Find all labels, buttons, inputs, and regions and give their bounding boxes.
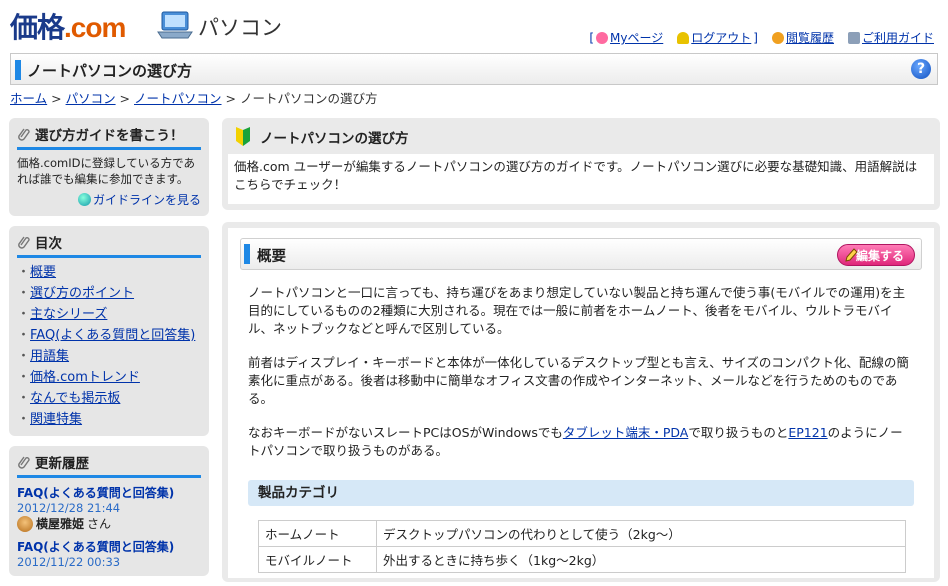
overview-title: 概要 bbox=[257, 249, 286, 265]
overview-header: 概要 編集する bbox=[240, 238, 922, 270]
intro-text: 価格.com ユーザーが編集するノートパソコンの選び方のガイドです。ノートパソコ… bbox=[228, 154, 934, 204]
toc-list: 概要 選び方のポイント 主なシリーズ FAQ(よくある質問と回答集) 用語集 価… bbox=[17, 262, 201, 430]
paperclip-icon bbox=[18, 128, 30, 141]
intro-panel: ノートパソコンの選び方 価格.com ユーザーが編集するノートパソコンの選び方の… bbox=[222, 118, 940, 210]
guide-icon bbox=[847, 31, 860, 44]
guideline-link[interactable]: ガイドラインを見る bbox=[17, 191, 201, 208]
pencil-icon bbox=[845, 248, 858, 262]
paperclip-icon bbox=[18, 236, 30, 249]
tablet-link[interactable]: タブレット端末・PDA bbox=[563, 425, 689, 440]
toc-item[interactable]: なんでも掲示板 bbox=[17, 388, 201, 409]
edit-button[interactable]: 編集する bbox=[837, 244, 915, 266]
toc-box: 目次 概要 選び方のポイント 主なシリーズ FAQ(よくある質問と回答集) 用語… bbox=[9, 226, 209, 436]
category-name: モバイルノート bbox=[258, 546, 377, 573]
section-label: パソコン bbox=[198, 16, 282, 40]
history-icon bbox=[771, 31, 784, 44]
beginner-mark-icon bbox=[236, 127, 250, 146]
toc-item[interactable]: 用語集 bbox=[17, 346, 201, 367]
main-content: ノートパソコンの選び方 価格.com ユーザーが編集するノートパソコンの選び方の… bbox=[222, 118, 940, 582]
category-header: 製品カテゴリ bbox=[248, 480, 914, 506]
avatar bbox=[17, 515, 33, 532]
my-page-icon bbox=[596, 31, 609, 44]
breadcrumb-notebook[interactable]: ノートパソコン bbox=[134, 91, 222, 106]
overview-paragraph: 前者はディスプレイ・キーボードと本体が一体化しているデスクトップ型とも言え、サイ… bbox=[248, 355, 909, 406]
toc-item[interactable]: FAQ(よくある質問と回答集) bbox=[17, 325, 201, 346]
history-user: 横屋雅姫 さん bbox=[17, 515, 201, 532]
toc-item[interactable]: 価格.comトレンド bbox=[17, 367, 201, 388]
history-entry-link[interactable]: FAQ(よくある質問と回答集) bbox=[17, 540, 174, 554]
kakaku-logo[interactable]: 価格.com bbox=[10, 6, 126, 46]
page-title-bar: ノートパソコンの選び方 ? bbox=[10, 53, 938, 85]
history-entry: FAQ(よくある質問と回答集) 2012/11/22 00:33 bbox=[17, 538, 201, 569]
toc-item[interactable]: 概要 bbox=[17, 262, 201, 283]
overview-paragraph: ノートパソコンと一口に言っても、持ち運びをあまり想定していない製品と持ち運んで使… bbox=[248, 285, 906, 336]
write-guide-box: 選び方ガイドを書こう！ 価格.comIDに登録している方であれば誰でも編集に参加… bbox=[9, 118, 209, 216]
write-guide-text: 価格.comIDに登録している方であれば誰でも編集に参加できます。 bbox=[17, 156, 196, 186]
pc-section-logo[interactable]: パソコン bbox=[156, 8, 298, 44]
key-icon bbox=[677, 31, 690, 44]
history-entry-link[interactable]: FAQ(よくある質問と回答集) bbox=[17, 486, 174, 500]
laptop-icon bbox=[157, 11, 193, 39]
overview-paragraph: なおキーボードがないスレートPCはOSがWindowsでもタブレット端末・PDA… bbox=[248, 425, 903, 458]
guide-link[interactable]: ご利用ガイド bbox=[847, 29, 934, 46]
breadcrumb-home[interactable]: ホーム bbox=[10, 91, 47, 106]
table-row: モバイルノート 外出するときに持ち歩く（1kg～2kg） bbox=[258, 546, 906, 573]
top-nav: [Myページ ログアウト] 閲覧履歴 ご利用ガイド bbox=[589, 29, 934, 46]
category-table: ホームノート デスクトップパソコンの代わりとして使う（2kg～） モバイルノート外… bbox=[258, 520, 906, 573]
history-date: 2012/11/22 00:33 bbox=[17, 555, 121, 569]
help-icon[interactable]: ? bbox=[911, 59, 931, 79]
category-name: ホームノート bbox=[258, 520, 377, 547]
toc-item[interactable]: 関連特集 bbox=[17, 409, 201, 430]
sidebar: 選び方ガイドを書こう！ 価格.comIDに登録している方であれば誰でも編集に参加… bbox=[9, 118, 209, 586]
intro-title: ノートパソコンの選び方 bbox=[260, 131, 409, 147]
title-accent bbox=[15, 60, 21, 80]
toc-item[interactable]: 選び方のポイント bbox=[17, 283, 201, 304]
mypage-link[interactable]: [Myページ bbox=[589, 29, 663, 46]
toc-item[interactable]: 主なシリーズ bbox=[17, 304, 201, 325]
ep121-link[interactable]: EP121 bbox=[788, 425, 827, 440]
breadcrumb: ホーム > パソコン > ノートパソコン > ノートパソコンの選び方 bbox=[10, 91, 378, 106]
category-desc: デスクトップパソコンの代わりとして使う（2kg～） bbox=[376, 520, 906, 547]
history-box: 更新履歴 FAQ(よくある質問と回答集) 2012/12/28 21:44 横屋… bbox=[9, 446, 209, 576]
arrow-circle-icon bbox=[77, 193, 91, 206]
category-desc: 外出するときに持ち歩く（1kg～2kg） bbox=[376, 546, 906, 573]
page-title: ノートパソコンの選び方 bbox=[27, 62, 193, 80]
table-row: ホームノート デスクトップパソコンの代わりとして使う（2kg～） bbox=[258, 520, 906, 547]
paperclip-icon bbox=[18, 456, 30, 469]
history-entry: FAQ(よくある質問と回答集) 2012/12/28 21:44 横屋雅姫 さん bbox=[17, 484, 201, 532]
write-guide-title: 選び方ガイドを書こう！ bbox=[35, 128, 184, 144]
history-title: 更新履歴 bbox=[35, 456, 89, 472]
breadcrumb-pc[interactable]: パソコン bbox=[66, 91, 116, 106]
header: 価格.com パソコン [Myページ ログアウト] 閲覧履歴 ご利用ガイド bbox=[0, 0, 948, 50]
overview-panel: 概要 編集する ノートパソコンと一口に言っても、持ち運びをあまり想定していない製… bbox=[222, 222, 940, 582]
history-link[interactable]: 閲覧履歴 bbox=[771, 29, 834, 46]
logout-link[interactable]: ログアウト] bbox=[677, 29, 758, 46]
toc-title: 目次 bbox=[35, 236, 62, 252]
history-date: 2012/12/28 21:44 bbox=[17, 501, 121, 515]
breadcrumb-current: ノートパソコンの選び方 bbox=[239, 91, 378, 106]
